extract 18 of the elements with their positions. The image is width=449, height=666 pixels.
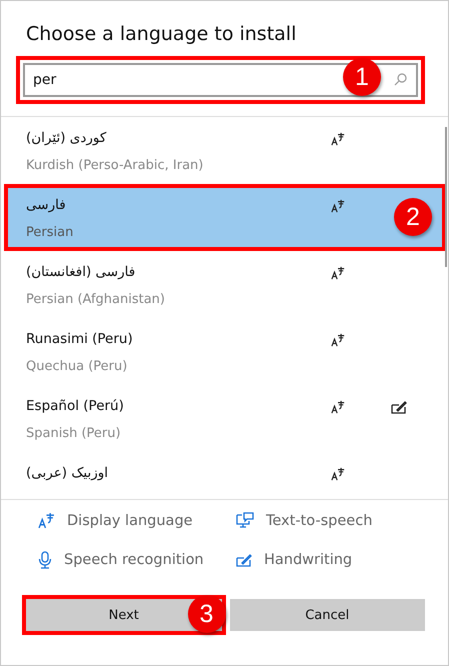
native-name: فارسی (افغانستان)	[26, 263, 136, 282]
step-callout-tooltip: 3	[188, 595, 226, 633]
feature-label: Display language	[67, 512, 193, 528]
feature-label: Handwriting	[264, 552, 352, 568]
native-name: اوزبیک (عربی)	[26, 464, 110, 483]
dialog-title: Choose a language to install	[26, 23, 298, 45]
english-name: Persian (Afghanistan)	[26, 292, 166, 307]
english-name: Spanish (Peru)	[26, 426, 122, 441]
english-name: Persian	[26, 225, 74, 240]
native-name: Español (Perú)	[26, 397, 125, 416]
native-name: کوردی (ئێران)	[26, 129, 108, 148]
native-name: فارسی	[26, 196, 67, 215]
native-name: Runasimi (Peru)	[26, 330, 134, 349]
feature-label: Speech recognition	[64, 552, 204, 568]
english-name: Quechua (Peru)	[26, 359, 128, 374]
step-callout-tooltip: 2	[394, 198, 432, 236]
feature-label: Text-to-speech	[266, 512, 372, 528]
english-name: Kurdish (Perso-Arabic, Iran)	[26, 158, 204, 173]
